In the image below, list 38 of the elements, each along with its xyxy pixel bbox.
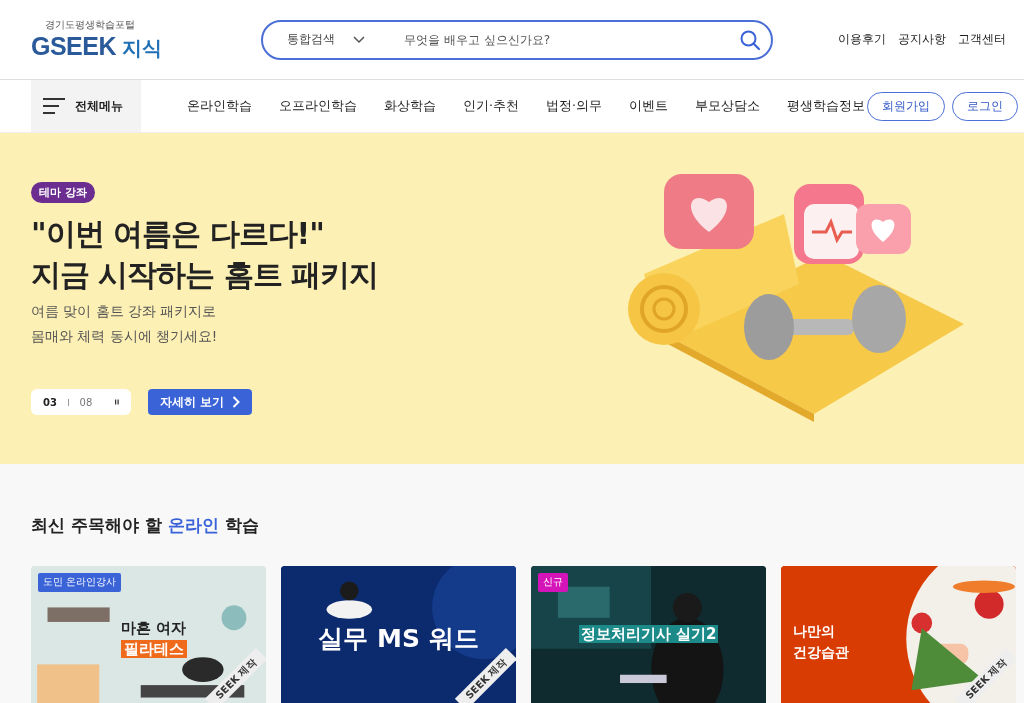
course-card[interactable]: 신규 정보처리기사 실기2 — [531, 566, 766, 703]
theme-badge: 테마 강좌 — [31, 182, 95, 203]
search-bar[interactable]: 통합검색 무엇을 배우고 싶으신가요? — [261, 19, 773, 60]
auth-button[interactable]: 회원가입 — [867, 91, 945, 121]
section-title: 최신 주목해야 할 온라인 학습 — [31, 514, 260, 537]
card-title: 실무 MS 워드 — [317, 628, 480, 649]
card-title: 마흔 여자 필라테스 — [121, 618, 187, 660]
chevron-right-icon — [232, 396, 241, 408]
auth-button[interactable]: 로그인 — [952, 91, 1018, 121]
card-badge: 도민 온라인강사 — [38, 573, 122, 592]
search-scope-dropdown[interactable]: 통합검색 — [287, 31, 402, 48]
logo-suffix[interactable]: 지식 — [122, 34, 163, 62]
logo-tagline: 경기도평생학습포털 — [45, 17, 136, 32]
nav-item[interactable]: 인기·추천 — [463, 97, 519, 115]
top-link[interactable]: 공지사항 — [898, 31, 946, 48]
nav-item[interactable]: 화상학습 — [384, 97, 436, 115]
details-button[interactable]: 자세히 보기 — [148, 389, 253, 415]
nav-item[interactable]: 오프라인학습 — [279, 97, 357, 115]
hero-subtitle: 여름 맞이 홈트 강좌 패키지로 몸매와 체력 동시에 챙기세요! — [31, 302, 218, 346]
nav-item[interactable]: 온라인학습 — [187, 97, 252, 115]
nav-item[interactable]: 평생학습정보 — [786, 97, 865, 115]
slide-current: 03 — [43, 396, 57, 408]
top-link[interactable]: 고객센터 — [958, 31, 1006, 48]
card-title: 나만의 건강습관 — [793, 622, 849, 662]
top-link[interactable]: 이용후기 — [838, 31, 886, 48]
nav-item[interactable]: 부모상담소 — [694, 97, 760, 115]
all-menu-button[interactable]: 전체메뉴 — [31, 80, 141, 132]
card-badge: 신규 — [538, 573, 568, 592]
card-title: 정보처리기사 실기2 — [577, 624, 720, 645]
nav-item[interactable]: 이벤트 — [628, 97, 668, 115]
pause-icon[interactable] — [115, 398, 119, 406]
hero-title: "이번 여름은 다르다!" 지금 시작하는 홈트 패키지 — [31, 215, 379, 294]
menu-icon — [43, 98, 65, 114]
logo-wordmark[interactable]: GSEEK — [31, 31, 117, 61]
nav-item[interactable]: 법정·의무 — [546, 97, 602, 115]
search-icon[interactable] — [739, 28, 761, 51]
slide-total: 08 — [79, 396, 93, 408]
chevron-down-icon — [353, 35, 365, 44]
